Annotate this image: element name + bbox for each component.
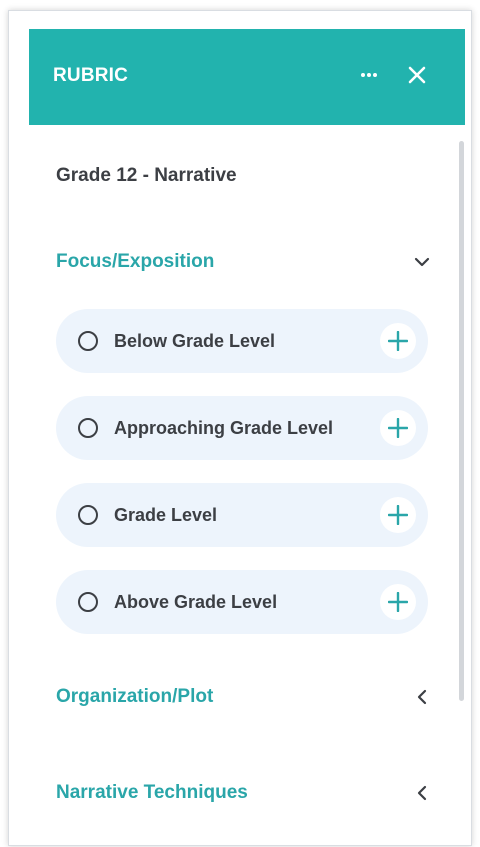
add-button[interactable] <box>380 323 416 359</box>
rubric-option-approaching-grade-level[interactable]: Approaching Grade Level <box>56 396 428 460</box>
plus-icon <box>388 592 408 612</box>
option-label: Approaching Grade Level <box>114 417 334 438</box>
section-focus-exposition[interactable]: Focus/Exposition <box>56 247 436 277</box>
rubric-option-below-grade-level[interactable]: Below Grade Level <box>56 309 428 373</box>
radio-button[interactable] <box>78 592 98 612</box>
add-button[interactable] <box>380 410 416 446</box>
radio-button[interactable] <box>78 331 98 351</box>
plus-icon <box>388 505 408 525</box>
chevron-down-icon <box>412 252 432 272</box>
rubric-option-grade-level[interactable]: Grade Level <box>56 483 428 547</box>
scrollbar[interactable] <box>459 141 464 701</box>
plus-icon <box>388 418 408 438</box>
close-button[interactable] <box>403 61 431 89</box>
panel-header: RUBRIC <box>29 29 465 125</box>
chevron-left-icon <box>412 783 432 803</box>
section-label: Organization/Plot <box>56 686 214 707</box>
section-label: Focus/Exposition <box>56 251 215 272</box>
option-label: Above Grade Level <box>114 591 278 612</box>
ellipsis-icon <box>361 73 377 77</box>
chevron-left-icon <box>412 687 432 707</box>
section-organization-plot[interactable]: Organization/Plot <box>56 682 436 712</box>
add-button[interactable] <box>380 584 416 620</box>
radio-button[interactable] <box>78 505 98 525</box>
plus-icon <box>388 331 408 351</box>
add-button[interactable] <box>380 497 416 533</box>
option-label: Below Grade Level <box>114 330 276 351</box>
more-options-button[interactable] <box>357 63 381 87</box>
section-label: Narrative Techniques <box>56 782 248 803</box>
rubric-panel: RUBRIC Grade 12 - Narrative Focus/Exposi… <box>8 10 472 846</box>
option-label: Grade Level <box>114 504 218 525</box>
section-narrative-techniques[interactable]: Narrative Techniques <box>56 778 436 808</box>
rubric-option-above-grade-level[interactable]: Above Grade Level <box>56 570 428 634</box>
radio-button[interactable] <box>78 418 98 438</box>
close-icon <box>408 66 426 84</box>
panel-title: RUBRIC <box>53 65 129 86</box>
rubric-title: Grade 12 - Narrative <box>56 165 237 186</box>
